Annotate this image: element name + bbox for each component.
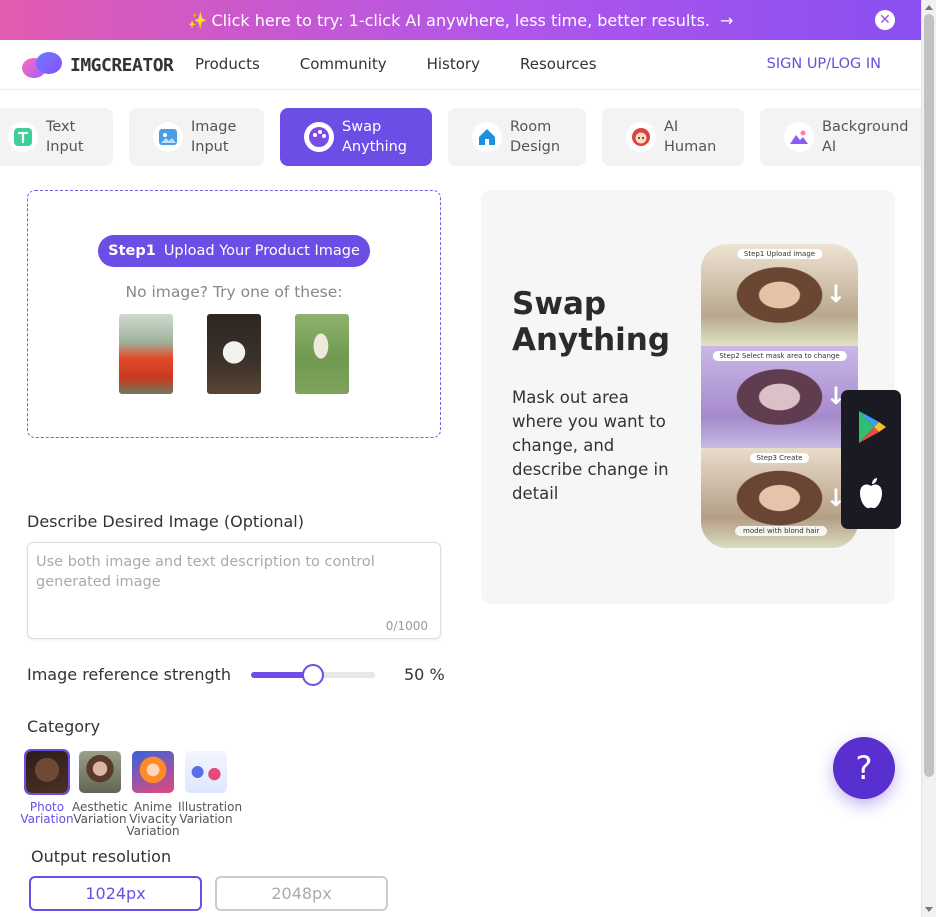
feature-panel: Swap Anything Mask out area where you wa… — [481, 190, 901, 604]
step2-image: Step2 Select mask area to change ↓ — [701, 346, 858, 448]
arrow-right-icon: → — [720, 10, 734, 30]
face-icon — [626, 122, 656, 152]
nav-resources[interactable]: Resources — [520, 55, 597, 73]
tab-label: Text Input — [46, 119, 84, 155]
tab-room-design[interactable]: Room Design — [448, 108, 586, 166]
resolution-2048-button[interactable]: 2048px — [215, 876, 388, 911]
panel-description: Mask out area where you want to change, … — [512, 388, 669, 503]
step2-label: Step2 Select mask area to change — [712, 351, 847, 361]
feature-showcase-image: Step1 Upload image ↓ Step2 Select mask a… — [701, 244, 858, 548]
category-label: Category — [27, 717, 101, 736]
character-count: 0/1000 — [385, 619, 428, 633]
image-icon — [153, 122, 183, 152]
step1-label: Step1 Upload image — [736, 249, 823, 259]
category-illustration-variation[interactable]: Illustration Variation — [178, 751, 243, 826]
tab-label: Background AI — [822, 119, 909, 155]
arrow-down-icon: ↓ — [825, 280, 846, 308]
nav-history[interactable]: History — [427, 55, 480, 73]
step-number: Step1 — [108, 243, 156, 259]
resolution-1024-button[interactable]: 1024px — [29, 876, 202, 911]
scroll-down-icon[interactable] — [925, 907, 933, 912]
category-label-text: Anime Vivacity Variation — [126, 800, 180, 838]
output-resolution-label: Output resolution — [31, 847, 172, 866]
apple-icon[interactable] — [857, 477, 885, 510]
tab-swap-anything[interactable]: Swap Anything — [280, 108, 432, 166]
logo-text: IMGCREATOR — [70, 54, 174, 76]
tab-image-input[interactable]: Image Input — [129, 108, 264, 166]
tab-ai-human[interactable]: AI Human — [602, 108, 744, 166]
sparkle-icon: ✨ — [187, 10, 208, 30]
promo-banner[interactable]: ✨ Click here to try: 1-click AI anywhere… — [0, 0, 921, 40]
category-aesthetic-variation[interactable]: Aesthetic Variation — [72, 751, 128, 825]
close-icon[interactable]: ✕ — [875, 10, 895, 30]
tab-label: Image Input — [191, 119, 237, 155]
category-thumbnail — [24, 749, 70, 795]
panel-title: Swap Anything — [512, 286, 671, 358]
category-label-text: Photo Variation — [20, 800, 74, 826]
page: ✨ Click here to try: 1-click AI anywhere… — [0, 0, 936, 917]
category-thumbnail — [185, 751, 227, 793]
strength-label: Image reference strength — [27, 665, 232, 684]
scroll-up-icon[interactable] — [925, 5, 933, 10]
google-play-icon[interactable] — [857, 410, 887, 444]
slider-handle[interactable] — [302, 664, 324, 686]
upload-dropzone[interactable]: Step1 Upload Your Product Image No image… — [27, 190, 441, 438]
describe-label: Describe Desired Image (Optional) — [27, 512, 304, 531]
upload-label: Upload Your Product Image — [163, 243, 360, 259]
nav-products[interactable]: Products — [195, 55, 260, 73]
category-thumbnail — [79, 751, 121, 793]
tab-label: AI Human — [664, 119, 717, 155]
landscape-icon — [784, 122, 814, 152]
step3-label: Step3 Create — [749, 453, 810, 463]
category-anime-vivacity-variation[interactable]: Anime Vivacity Variation — [125, 751, 181, 837]
tab-label: Swap Anything — [342, 119, 407, 155]
describe-placeholder: Use both image and text description to c… — [36, 554, 375, 590]
help-button[interactable]: ? — [833, 737, 895, 799]
tab-text-input[interactable]: Text Input — [0, 108, 113, 166]
logo[interactable]: IMGCREATOR — [20, 50, 174, 80]
category-photo-variation[interactable]: Photo Variation — [19, 749, 75, 826]
sample-image-alpaca[interactable] — [295, 314, 349, 394]
promo-text[interactable]: Click here to try: 1-click AI anywhere, … — [212, 11, 711, 30]
tab-background-ai[interactable]: Background AI — [760, 108, 921, 166]
sample-image-bottle[interactable] — [207, 314, 261, 394]
upload-button[interactable]: Step1 Upload Your Product Image — [98, 235, 370, 267]
logo-icon — [20, 50, 64, 80]
step3-image: Step3 Create ↓ model with blond hair — [701, 448, 858, 548]
strength-value: 50 % — [404, 665, 445, 684]
sample-image-woman[interactable] — [119, 314, 173, 394]
sample-hint: No image? Try one of these: — [125, 283, 343, 301]
strength-slider[interactable] — [251, 664, 375, 686]
describe-textarea[interactable]: Use both image and text description to c… — [27, 542, 441, 639]
signup-login-link[interactable]: SIGN UP/LOG IN — [767, 56, 881, 72]
nav-community[interactable]: Community — [300, 55, 387, 73]
category-label-text: Aesthetic Variation — [72, 800, 128, 826]
category-label-text: Illustration Variation — [178, 800, 243, 826]
header: IMGCREATOR Products Community History Re… — [0, 40, 921, 90]
house-icon — [472, 122, 502, 152]
app-store-badges — [841, 390, 901, 529]
main-nav: Products Community History Resources — [195, 55, 637, 73]
prompt-chip: model with blond hair — [735, 526, 828, 536]
category-thumbnail — [132, 751, 174, 793]
palette-icon — [304, 122, 334, 152]
scrollbar[interactable] — [921, 0, 936, 917]
scrollbar-thumb[interactable] — [924, 14, 934, 777]
tab-label: Room Design — [510, 119, 561, 155]
step1-image: Step1 Upload image ↓ — [701, 244, 858, 346]
text-icon — [8, 122, 38, 152]
